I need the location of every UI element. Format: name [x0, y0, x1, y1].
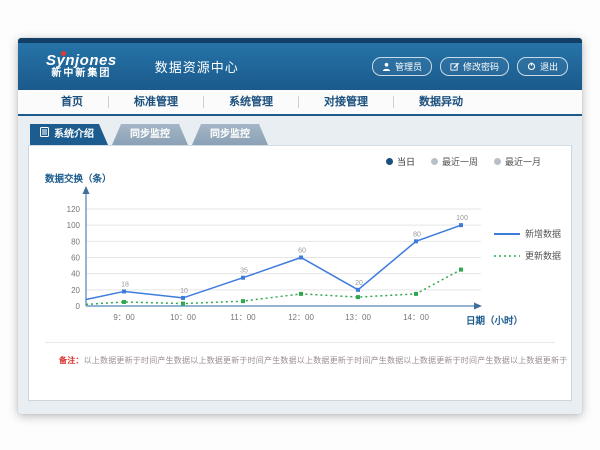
svg-text:日期（小时）: 日期（小时） [466, 315, 523, 327]
svg-text:数据交换（条）: 数据交换（条） [44, 173, 112, 185]
svg-text:18: 18 [121, 281, 129, 288]
edit-icon [450, 62, 459, 71]
change-password-label: 修改密码 [463, 60, 499, 73]
tab-system-intro[interactable]: 系统介绍 [30, 124, 108, 145]
change-password-button[interactable]: 修改密码 [440, 57, 509, 76]
svg-text:80: 80 [413, 231, 421, 238]
svg-text:更新数据: 更新数据 [525, 250, 561, 261]
user-icon [382, 62, 391, 71]
main-nav: 首页 标准管理 系统管理 对接管理 数据异动 [18, 90, 582, 116]
power-icon [527, 62, 536, 71]
svg-text:9：00: 9：00 [113, 313, 135, 322]
svg-text:60: 60 [298, 248, 306, 255]
chart-panel: 当日 最近一周 最近一月 0 20 40 60 80 100 120 9：00 10：00 11：… [28, 145, 572, 401]
radio-dot-icon [494, 158, 501, 165]
radio-last-month[interactable]: 最近一月 [494, 155, 541, 168]
tab-label: 同步监控 [210, 124, 250, 145]
svg-text:35: 35 [240, 268, 248, 275]
content-area: 系统介绍 同步监控 同步监控 当日 最近一周 [18, 116, 582, 401]
footer-note: 备注：以上数据更新于时间产生数据以上数据更新于时间产生数据以上数据更新于时间产生… [59, 355, 567, 366]
radio-dot-icon [431, 158, 438, 165]
svg-text:12：00: 12：00 [288, 313, 314, 322]
svg-text:100: 100 [67, 221, 81, 230]
nav-item-home[interactable]: 首页 [36, 90, 108, 114]
svg-text:11：00: 11：00 [230, 313, 256, 322]
svg-text:20: 20 [71, 286, 80, 295]
svg-text:40: 40 [71, 270, 80, 279]
svg-text:80: 80 [71, 237, 80, 246]
logo-dot-icon [61, 51, 66, 56]
tab-bar: 系统介绍 同步监控 同步监控 [30, 124, 572, 145]
svg-text:120: 120 [67, 205, 81, 214]
time-range-filter: 当日 最近一周 最近一月 [386, 155, 541, 168]
screenshot-stage: Synjones 新中新集团 数据资源中心 管理员 修改密码 [0, 0, 600, 450]
svg-text:0: 0 [76, 302, 81, 311]
nav-item-interface-mgmt[interactable]: 对接管理 [299, 90, 393, 114]
app-header: Synjones 新中新集团 数据资源中心 管理员 修改密码 [18, 43, 582, 90]
radio-today[interactable]: 当日 [386, 155, 415, 168]
svg-text:20: 20 [355, 280, 363, 287]
app-window: Synjones 新中新集团 数据资源中心 管理员 修改密码 [18, 38, 582, 414]
tab-label: 系统介绍 [54, 124, 94, 145]
nav-item-standard-mgmt[interactable]: 标准管理 [109, 90, 203, 114]
page-title: 数据资源中心 [139, 57, 239, 76]
tab-label: 同步监控 [130, 124, 170, 145]
svg-text:新增数据: 新增数据 [525, 228, 561, 239]
radio-label: 最近一月 [505, 155, 541, 168]
svg-text:10：00: 10：00 [170, 313, 196, 322]
document-icon [40, 124, 49, 145]
admin-label: 管理员 [395, 60, 422, 73]
panel-divider [45, 342, 555, 343]
svg-text:60: 60 [71, 254, 80, 263]
note-text: 以上数据更新于时间产生数据以上数据更新于时间产生数据以上数据更新于时间产生数据以… [84, 356, 568, 365]
radio-last-week[interactable]: 最近一周 [431, 155, 478, 168]
radio-dot-icon [386, 158, 393, 165]
radio-label: 当日 [397, 155, 415, 168]
brand-company: 新中新集团 [46, 68, 117, 80]
svg-text:10: 10 [180, 288, 188, 295]
svg-text:13：00: 13：00 [345, 313, 371, 322]
note-prefix: 备注： [59, 356, 84, 365]
svg-text:100: 100 [456, 215, 468, 222]
radio-label: 最近一周 [442, 155, 478, 168]
logout-button[interactable]: 退出 [517, 57, 568, 76]
line-chart: 0 20 40 60 80 100 120 9：00 10：00 11：00 12：00 13：00 1… [29, 146, 571, 338]
tab-sync-monitor-2[interactable]: 同步监控 [192, 124, 268, 145]
tab-sync-monitor-1[interactable]: 同步监控 [112, 124, 188, 145]
brand-name: Synjones [46, 53, 117, 68]
user-area: 管理员 修改密码 退出 [372, 43, 568, 90]
admin-button[interactable]: 管理员 [372, 57, 432, 76]
nav-item-data-change[interactable]: 数据异动 [394, 90, 488, 114]
logout-label: 退出 [540, 60, 558, 73]
svg-text:14：00: 14：00 [403, 313, 429, 322]
brand-logo: Synjones 新中新集团 [46, 53, 117, 80]
nav-item-system-mgmt[interactable]: 系统管理 [204, 90, 298, 114]
